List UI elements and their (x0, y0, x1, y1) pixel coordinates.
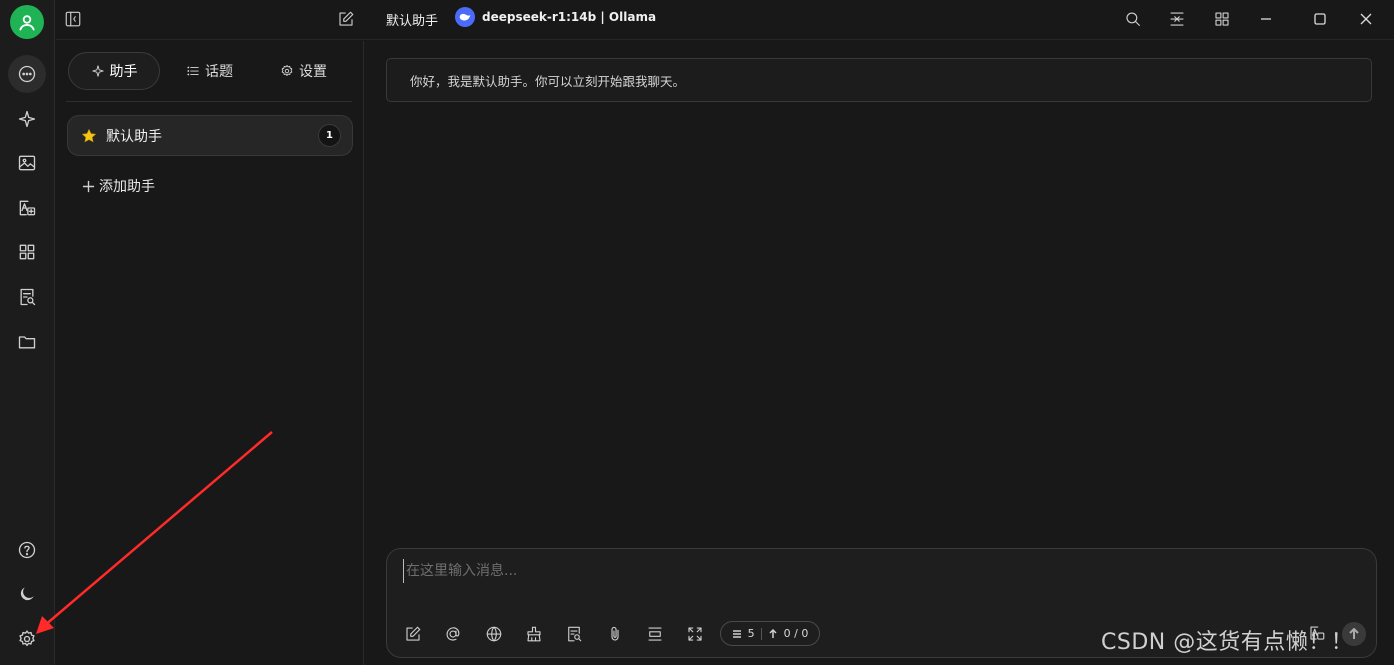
sparkle-icon (18, 110, 36, 128)
help-icon (18, 541, 36, 559)
edit-icon (406, 626, 421, 641)
close-icon (1360, 13, 1372, 25)
pill-divider (760, 627, 762, 640)
user-icon (19, 15, 35, 31)
maximize-button[interactable] (1306, 6, 1334, 32)
new-topic-button[interactable] (335, 8, 357, 30)
add-assistant-label: 添加助手 (99, 179, 155, 195)
chat-icon (18, 65, 36, 83)
model-logo (455, 7, 475, 27)
rail-theme-button[interactable] (8, 575, 46, 613)
folder-icon (18, 336, 36, 349)
clear-context-button[interactable] (523, 623, 545, 645)
plus-icon (82, 180, 95, 192)
layout-button[interactable] (1166, 8, 1188, 30)
rail-translate-button[interactable] (8, 189, 46, 227)
greeting-text: 你好，我是默认助手。你可以立刻开始跟我聊天。 (410, 73, 686, 89)
minimize-button[interactable] (1252, 6, 1280, 32)
assistant-title: 默认助手 (386, 14, 439, 29)
whale-icon (459, 13, 471, 21)
arrow-up-icon (769, 628, 777, 638)
fullscreen-icon (688, 627, 702, 641)
globe-icon (486, 626, 502, 642)
grid-icon (1215, 12, 1229, 26)
new-topic-tool-button[interactable] (402, 623, 424, 645)
rail-chat-button[interactable] (8, 55, 46, 93)
model-selector[interactable]: deepseek-r1:14b | Ollama (455, 7, 656, 27)
sparkle-icon (91, 65, 104, 77)
knowledge-search-icon (568, 626, 582, 642)
token-count: 0 / 0 (783, 627, 809, 640)
rail-agents-button[interactable] (8, 100, 46, 138)
edit-icon (339, 11, 354, 26)
top-bar: 默认助手 deepseek-r1:14b | Ollama (56, 0, 1394, 40)
image-icon (18, 155, 36, 171)
context-count: 5 (747, 627, 755, 640)
tab-label: 助手 (109, 64, 138, 80)
tab-topics[interactable]: 话题 (186, 52, 233, 90)
paperclip-icon (611, 626, 619, 641)
knowledge-base-button[interactable] (563, 623, 585, 645)
minimize-icon (1261, 18, 1271, 20)
moon-icon (20, 587, 34, 601)
tab-settings[interactable]: 设置 (280, 52, 327, 90)
maximize-icon (1314, 13, 1326, 25)
attach-file-button[interactable] (604, 623, 626, 645)
expand-input-button[interactable] (684, 623, 706, 645)
rail-settings-button[interactable] (8, 620, 46, 658)
list-icon (187, 66, 199, 76)
star-icon (81, 128, 97, 142)
rail-help-button[interactable] (8, 531, 46, 569)
search-button[interactable] (1122, 8, 1144, 30)
web-search-button[interactable] (483, 623, 505, 645)
tab-label: 话题 (205, 64, 233, 80)
rail-files-button[interactable] (8, 323, 46, 361)
model-name: deepseek-r1:14b | Ollama (482, 10, 657, 24)
translate-icon (19, 200, 36, 216)
topic-count-badge: 1 (318, 124, 341, 147)
left-rail (0, 0, 55, 665)
tab-label: 设置 (299, 64, 327, 80)
context-list-icon (732, 629, 741, 638)
message-input[interactable] (403, 559, 1303, 583)
panel-tabs: 助手 话题 设置 (68, 52, 353, 90)
divider (66, 101, 352, 102)
tab-assistants[interactable]: 助手 (68, 52, 160, 90)
search-icon (1126, 12, 1140, 26)
avatar[interactable] (10, 5, 44, 39)
assistant-item-default[interactable]: 默认助手 1 (67, 115, 353, 156)
sidebar-toggle-icon (65, 11, 81, 27)
mention-model-button[interactable] (442, 623, 464, 645)
token-usage-pill[interactable]: 5 0 / 0 (720, 621, 820, 646)
gear-icon (19, 630, 35, 647)
rail-apps-button[interactable] (8, 233, 46, 271)
greeting-message: 你好，我是默认助手。你可以立刻开始跟我聊天。 (386, 58, 1372, 102)
section-break-icon (648, 627, 662, 641)
toggle-sidebar-button[interactable] (62, 8, 84, 30)
assistant-name: 默认助手 (106, 128, 162, 145)
gear-icon (281, 65, 293, 76)
broom-icon (527, 626, 541, 642)
apps-icon (19, 244, 35, 260)
at-sign-icon (446, 627, 460, 641)
close-button[interactable] (1352, 6, 1380, 32)
watermark: CSDN @这货有点懒！！ (1101, 630, 1354, 655)
assistant-panel: 助手 话题 设置 默认助手 1 添加助手 (56, 41, 364, 665)
rail-image-button[interactable] (8, 144, 46, 182)
expand-layout-icon (1170, 12, 1184, 26)
knowledge-search-icon (20, 288, 36, 306)
context-separator-button[interactable] (644, 623, 666, 645)
rail-knowledge-button[interactable] (8, 278, 46, 316)
add-assistant-button[interactable]: 添加助手 (82, 176, 155, 196)
apps-button[interactable] (1211, 8, 1233, 30)
